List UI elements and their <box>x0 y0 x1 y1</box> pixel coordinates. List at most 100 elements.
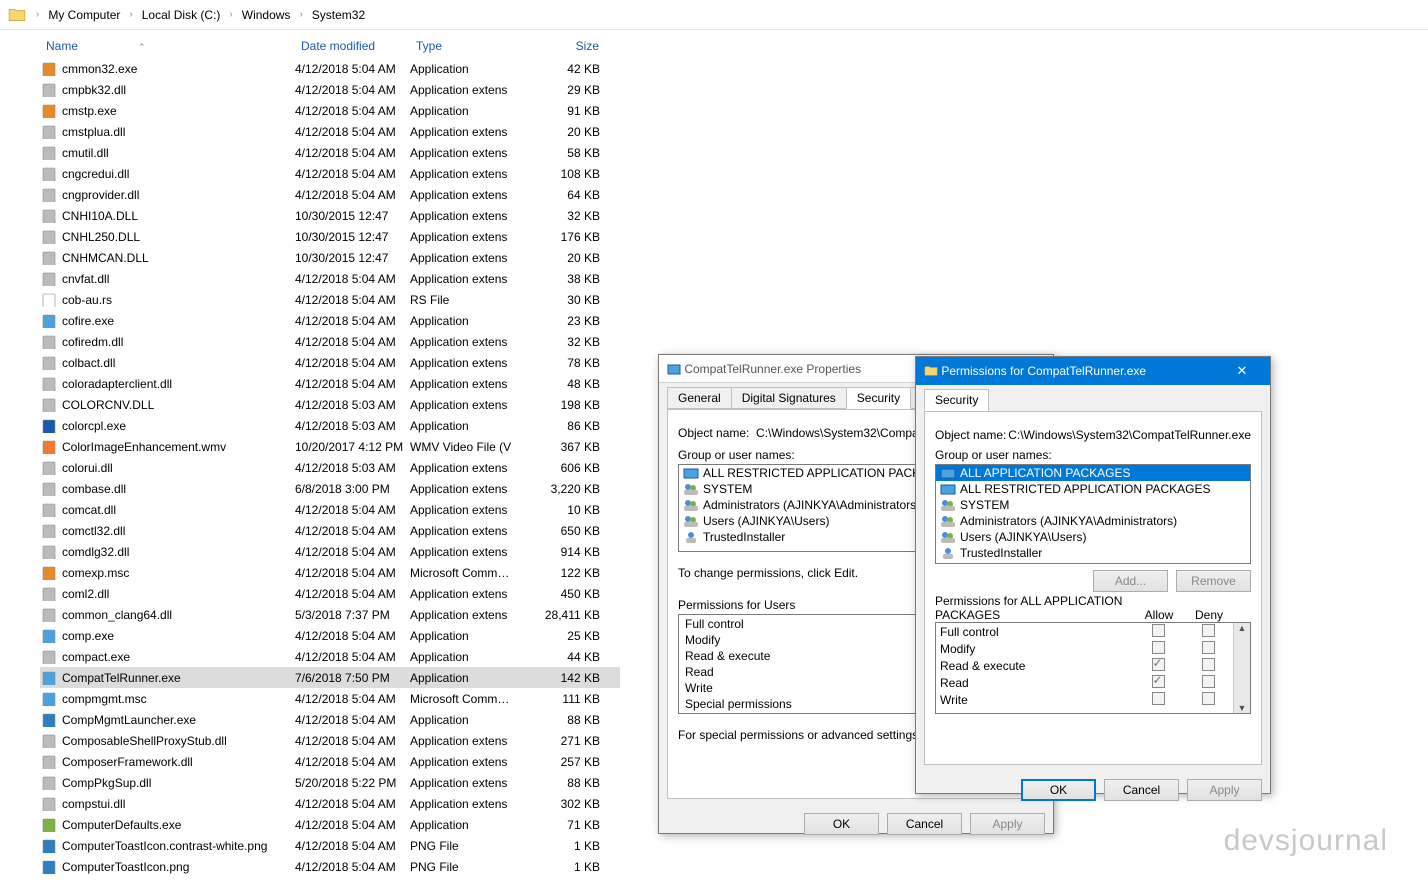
file-row[interactable]: compstui.dll 4/12/2018 5:04 AM Applicati… <box>40 793 620 814</box>
file-date: 4/12/2018 5:04 AM <box>295 314 410 328</box>
deny-checkbox[interactable] <box>1202 641 1215 654</box>
group-item[interactable]: SYSTEM <box>936 497 1250 513</box>
file-row[interactable]: cmmon32.exe 4/12/2018 5:04 AM Applicatio… <box>40 58 620 79</box>
file-date: 4/12/2018 5:04 AM <box>295 587 410 601</box>
allow-checkbox[interactable] <box>1152 624 1165 637</box>
ok-button[interactable]: OK <box>1021 779 1096 801</box>
tab-digital-signatures[interactable]: Digital Signatures <box>731 387 847 409</box>
deny-checkbox[interactable] <box>1202 624 1215 637</box>
group-item[interactable]: ALL RESTRICTED APPLICATION PACKAGES <box>936 481 1250 497</box>
file-row[interactable]: compact.exe 4/12/2018 5:04 AM Applicatio… <box>40 646 620 667</box>
allow-checkbox[interactable] <box>1152 658 1165 671</box>
file-row[interactable]: comdlg32.dll 4/12/2018 5:04 AM Applicati… <box>40 541 620 562</box>
deny-checkbox[interactable] <box>1202 692 1215 705</box>
close-button[interactable]: ✕ <box>1222 363 1262 379</box>
crumb-0[interactable]: My Computer <box>45 6 123 24</box>
file-row[interactable]: ComputerToastIcon.png 4/12/2018 5:04 AM … <box>40 856 620 877</box>
file-row[interactable]: ComposableShellProxyStub.dll 4/12/2018 5… <box>40 730 620 751</box>
file-row[interactable]: coloradapterclient.dll 4/12/2018 5:04 AM… <box>40 373 620 394</box>
allow-checkbox[interactable] <box>1152 692 1165 705</box>
breadcrumb[interactable]: › My Computer › Local Disk (C:) › Window… <box>0 0 1428 30</box>
file-name: coloradapterclient.dll <box>62 377 295 391</box>
file-row[interactable]: compmgmt.msc 4/12/2018 5:04 AM Microsoft… <box>40 688 620 709</box>
apply-button[interactable]: Apply <box>1187 779 1262 801</box>
file-name: cmmon32.exe <box>62 62 295 76</box>
file-size: 914 KB <box>525 545 600 559</box>
file-size: 88 KB <box>525 776 600 790</box>
group-item[interactable]: TrustedInstaller <box>936 545 1250 561</box>
file-row[interactable]: COLORCNV.DLL 4/12/2018 5:03 AM Applicati… <box>40 394 620 415</box>
file-row[interactable]: CNHI10A.DLL 10/30/2015 12:47 Application… <box>40 205 620 226</box>
file-row[interactable]: comexp.msc 4/12/2018 5:04 AM Microsoft C… <box>40 562 620 583</box>
file-row[interactable]: cmstplua.dll 4/12/2018 5:04 AM Applicati… <box>40 121 620 142</box>
remove-button[interactable]: Remove <box>1176 570 1251 592</box>
file-size: 302 KB <box>525 797 600 811</box>
file-row[interactable]: ColorImageEnhancement.wmv 10/20/2017 4:1… <box>40 436 620 457</box>
file-row[interactable]: CNHMCAN.DLL 10/30/2015 12:47 Application… <box>40 247 620 268</box>
group-item[interactable]: Administrators (AJINKYA\Administrators) <box>936 513 1250 529</box>
file-icon <box>40 670 58 686</box>
file-row[interactable]: cmstp.exe 4/12/2018 5:04 AM Application … <box>40 100 620 121</box>
group-item[interactable]: Users (AJINKYA\Users) <box>936 529 1250 545</box>
group-item[interactable]: ALL APPLICATION PACKAGES <box>936 465 1250 481</box>
file-row[interactable]: CompMgmtLauncher.exe 4/12/2018 5:04 AM A… <box>40 709 620 730</box>
crumb-3[interactable]: System32 <box>309 6 368 24</box>
col-date-header[interactable]: Date modified <box>295 39 410 53</box>
permission-row: Read & execute <box>936 657 1233 674</box>
crumb-1[interactable]: Local Disk (C:) <box>139 6 224 24</box>
col-size-header[interactable]: Size <box>525 39 605 53</box>
file-name: COLORCNV.DLL <box>62 398 295 412</box>
allow-checkbox[interactable] <box>1152 675 1165 688</box>
file-row[interactable]: colbact.dll 4/12/2018 5:04 AM Applicatio… <box>40 352 620 373</box>
file-row[interactable]: cngprovider.dll 4/12/2018 5:04 AM Applic… <box>40 184 620 205</box>
tab-security[interactable]: Security <box>924 389 989 411</box>
watermark: devsjournal <box>1224 824 1388 858</box>
cancel-button[interactable]: Cancel <box>887 813 962 835</box>
tab-security[interactable]: Security <box>846 387 911 409</box>
file-row[interactable]: colorui.dll 4/12/2018 5:03 AM Applicatio… <box>40 457 620 478</box>
file-row[interactable]: cngcredui.dll 4/12/2018 5:04 AM Applicat… <box>40 163 620 184</box>
file-row[interactable]: ComputerToastIcon.contrast-white.png 4/1… <box>40 835 620 856</box>
col-type-header[interactable]: Type <box>410 39 525 53</box>
file-row[interactable]: cmpbk32.dll 4/12/2018 5:04 AM Applicatio… <box>40 79 620 100</box>
file-row[interactable]: cofiredm.dll 4/12/2018 5:04 AM Applicati… <box>40 331 620 352</box>
file-row[interactable]: comcat.dll 4/12/2018 5:04 AM Application… <box>40 499 620 520</box>
deny-checkbox[interactable] <box>1202 675 1215 688</box>
file-type: Application extens <box>410 608 525 622</box>
file-row[interactable]: comctl32.dll 4/12/2018 5:04 AM Applicati… <box>40 520 620 541</box>
file-row[interactable]: colorcpl.exe 4/12/2018 5:03 AM Applicati… <box>40 415 620 436</box>
group-listbox[interactable]: ALL APPLICATION PACKAGESALL RESTRICTED A… <box>935 464 1251 564</box>
add-button[interactable]: Add... <box>1093 570 1168 592</box>
file-row[interactable]: combase.dll 6/8/2018 3:00 PM Application… <box>40 478 620 499</box>
file-row[interactable]: cmutil.dll 4/12/2018 5:04 AM Application… <box>40 142 620 163</box>
file-size: 42 KB <box>525 62 600 76</box>
file-date: 4/12/2018 5:04 AM <box>295 650 410 664</box>
crumb-2[interactable]: Windows <box>239 6 294 24</box>
file-row[interactable]: CNHL250.DLL 10/30/2015 12:47 Application… <box>40 226 620 247</box>
file-size: 3,220 KB <box>525 482 600 496</box>
scrollbar[interactable]: ▲▼ <box>1233 623 1250 713</box>
file-icon <box>40 859 58 875</box>
file-icon <box>40 544 58 560</box>
tab-general[interactable]: General <box>667 387 732 409</box>
file-row[interactable]: cob-au.rs 4/12/2018 5:04 AM RS File 30 K… <box>40 289 620 310</box>
file-row[interactable]: common_clang64.dll 5/3/2018 7:37 PM Appl… <box>40 604 620 625</box>
cancel-button[interactable]: Cancel <box>1104 779 1179 801</box>
deny-checkbox[interactable] <box>1202 658 1215 671</box>
titlebar[interactable]: Permissions for CompatTelRunner.exe ✕ <box>916 357 1270 385</box>
file-name: cmpbk32.dll <box>62 83 295 97</box>
file-row[interactable]: CompPkgSup.dll 5/20/2018 5:22 PM Applica… <box>40 772 620 793</box>
file-row[interactable]: cofire.exe 4/12/2018 5:04 AM Application… <box>40 310 620 331</box>
file-row[interactable]: comp.exe 4/12/2018 5:04 AM Application 2… <box>40 625 620 646</box>
column-headers[interactable]: Name Date modified Type Size <box>40 34 620 58</box>
file-name: CompPkgSup.dll <box>62 776 295 790</box>
allow-checkbox[interactable] <box>1152 641 1165 654</box>
file-row[interactable]: ComposerFramework.dll 4/12/2018 5:04 AM … <box>40 751 620 772</box>
file-row[interactable]: cnvfat.dll 4/12/2018 5:04 AM Application… <box>40 268 620 289</box>
file-row[interactable]: CompatTelRunner.exe 7/6/2018 7:50 PM App… <box>40 667 620 688</box>
col-name-header[interactable]: Name <box>40 39 295 53</box>
apply-button[interactable]: Apply <box>970 813 1045 835</box>
ok-button[interactable]: OK <box>804 813 879 835</box>
file-row[interactable]: coml2.dll 4/12/2018 5:04 AM Application … <box>40 583 620 604</box>
file-row[interactable]: ComputerDefaults.exe 4/12/2018 5:04 AM A… <box>40 814 620 835</box>
